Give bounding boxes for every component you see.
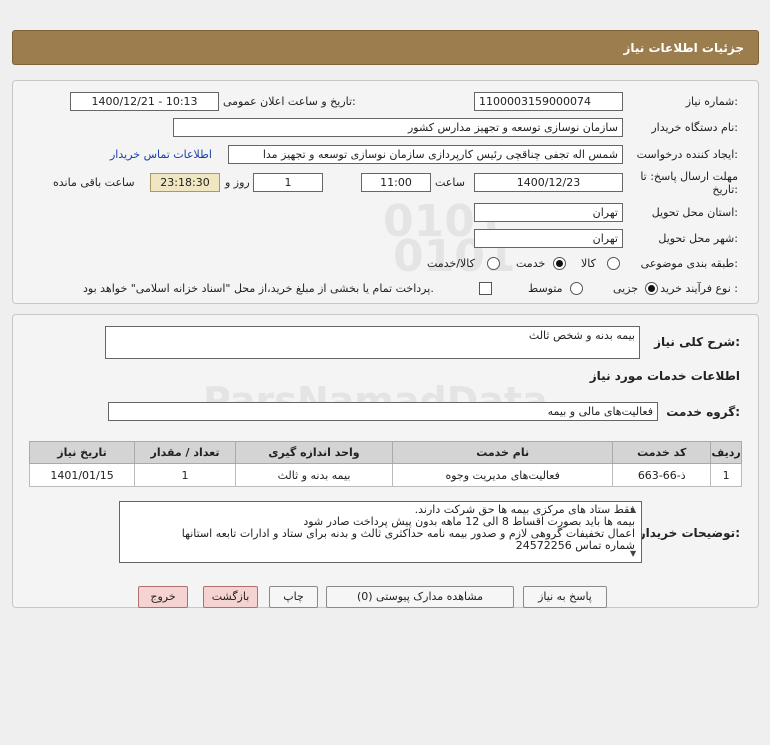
deadline-time-field: 11:00 (361, 173, 431, 192)
province-field: تهران (474, 203, 623, 222)
table-header-name: نام خدمت (392, 441, 614, 464)
treasury-checkbox[interactable] (479, 282, 492, 295)
category-label: طبقه بندی موضوعی: (640, 257, 738, 270)
buyer-notes-box[interactable]: فقط ستاد های مرکزی بیمه ها حق شرکت دارند… (119, 501, 642, 563)
deadline-date-field: 1400/12/23 (474, 173, 623, 192)
buyer-org-label: نام دستگاه خریدار: (651, 121, 738, 134)
days-field: 1 (253, 173, 323, 192)
process-radio-medium[interactable] (570, 282, 583, 295)
cell-need-date: 1401/01/15 (28, 463, 136, 487)
need-summary-panel: ParsNamadData شرح کلی نیاز: بیمه بدنه و … (12, 314, 759, 608)
need-info-panel: 0101 0101 شماره نیاز: 1100003159000074 ت… (12, 80, 759, 304)
process-option-minor: جزیی (613, 282, 639, 295)
table-row: 1 ذ-66-663 فعالیت‌های مدیریت وجوه بیمه ب… (28, 463, 742, 487)
page-title: جزئیات اطلاعات نیاز (623, 41, 744, 55)
need-number-field: 1100003159000074 (474, 92, 623, 111)
deadline-label-date: تاریخ: (712, 183, 738, 196)
process-radio-minor[interactable] (645, 282, 658, 295)
category-option-service: خدمت (516, 257, 546, 270)
table-header-code: کد خدمت (612, 441, 712, 464)
requester-label: ایجاد کننده درخواست: (636, 148, 738, 161)
buyer-org-field: سازمان نوسازی توسعه و تجهیز مدارس کشور (173, 118, 623, 137)
scroll-up-icon[interactable]: ▲ (630, 505, 636, 514)
category-radio-goods[interactable] (607, 257, 620, 270)
cell-service-code: ذ-66-663 (612, 463, 712, 487)
category-radio-service[interactable] (553, 257, 566, 270)
table-header-date: تاریخ نیاز (28, 441, 136, 464)
cell-unit: بیمه بدنه و ثالث (235, 463, 394, 487)
treasury-note: پرداخت تمام یا بخشی از مبلغ خرید،از محل … (83, 282, 434, 295)
deadline-label: مهلت ارسال پاسخ: تا (640, 170, 738, 183)
remaining-label: ساعت باقی مانده (53, 176, 135, 189)
days-label: روز و (225, 176, 250, 189)
table-header-qty: تعداد / مقدار (134, 441, 237, 464)
deadline-time-label: ساعت (435, 176, 465, 189)
need-number-label: شماره نیاز: (685, 95, 738, 108)
cell-row-number: 1 (710, 463, 742, 487)
category-radio-goods-service[interactable] (487, 257, 500, 270)
print-button[interactable]: چاپ (269, 586, 318, 608)
buyer-note-line-4: شماره تماس 24572256 (515, 539, 635, 552)
view-documents-button[interactable]: مشاهده مدارک پیوستی (0) (326, 586, 514, 608)
scroll-down-icon[interactable]: ▼ (630, 549, 636, 558)
table-header-row: ردیف (710, 441, 742, 464)
service-group-field: فعالیت‌های مالی و بیمه (108, 402, 658, 421)
services-heading: اطلاعات خدمات مورد نیاز (589, 369, 740, 383)
page-header: جزئیات اطلاعات نیاز (12, 30, 759, 65)
city-field: تهران (474, 229, 623, 248)
announce-label: تاریخ و ساعت اعلان عمومی: (223, 95, 356, 108)
requester-field: شمس اله تجفی چناقچی رئیس کارپردازی سازما… (228, 145, 623, 164)
process-label: نوع فرآیند خرید : (660, 282, 738, 295)
back-button[interactable]: بازگشت (203, 586, 258, 608)
buyer-contact-link[interactable]: اطلاعات تماس خریدار (110, 148, 212, 161)
summary-title-field: بیمه بدنه و شخص ثالث (105, 326, 640, 359)
table-header-unit: واحد اندازه گیری (235, 441, 394, 464)
process-option-medium: متوسط (528, 282, 563, 295)
service-group-label: گروه خدمت: (666, 405, 740, 419)
buyer-notes-label: توضیحات خریدار: (638, 526, 740, 540)
remaining-time-field: 23:18:30 (150, 173, 220, 192)
cell-quantity: 1 (134, 463, 237, 487)
province-label: استان محل تحویل: (651, 206, 738, 219)
cell-service-name: فعالیت‌های مدیریت وجوه (392, 463, 614, 487)
category-option-goods-service: کالا/خدمت (427, 257, 475, 270)
reply-button[interactable]: پاسخ به نیاز (523, 586, 607, 608)
exit-button[interactable]: خروج (138, 586, 188, 608)
services-table: ردیف کد خدمت نام خدمت واحد اندازه گیری ت… (28, 441, 742, 487)
category-option-goods: کالا (581, 257, 596, 270)
city-label: شهر محل تحویل: (658, 232, 738, 245)
announce-field: 1400/12/21 - 10:13 (70, 92, 219, 111)
summary-title-label: شرح کلی نیاز: (654, 335, 740, 349)
